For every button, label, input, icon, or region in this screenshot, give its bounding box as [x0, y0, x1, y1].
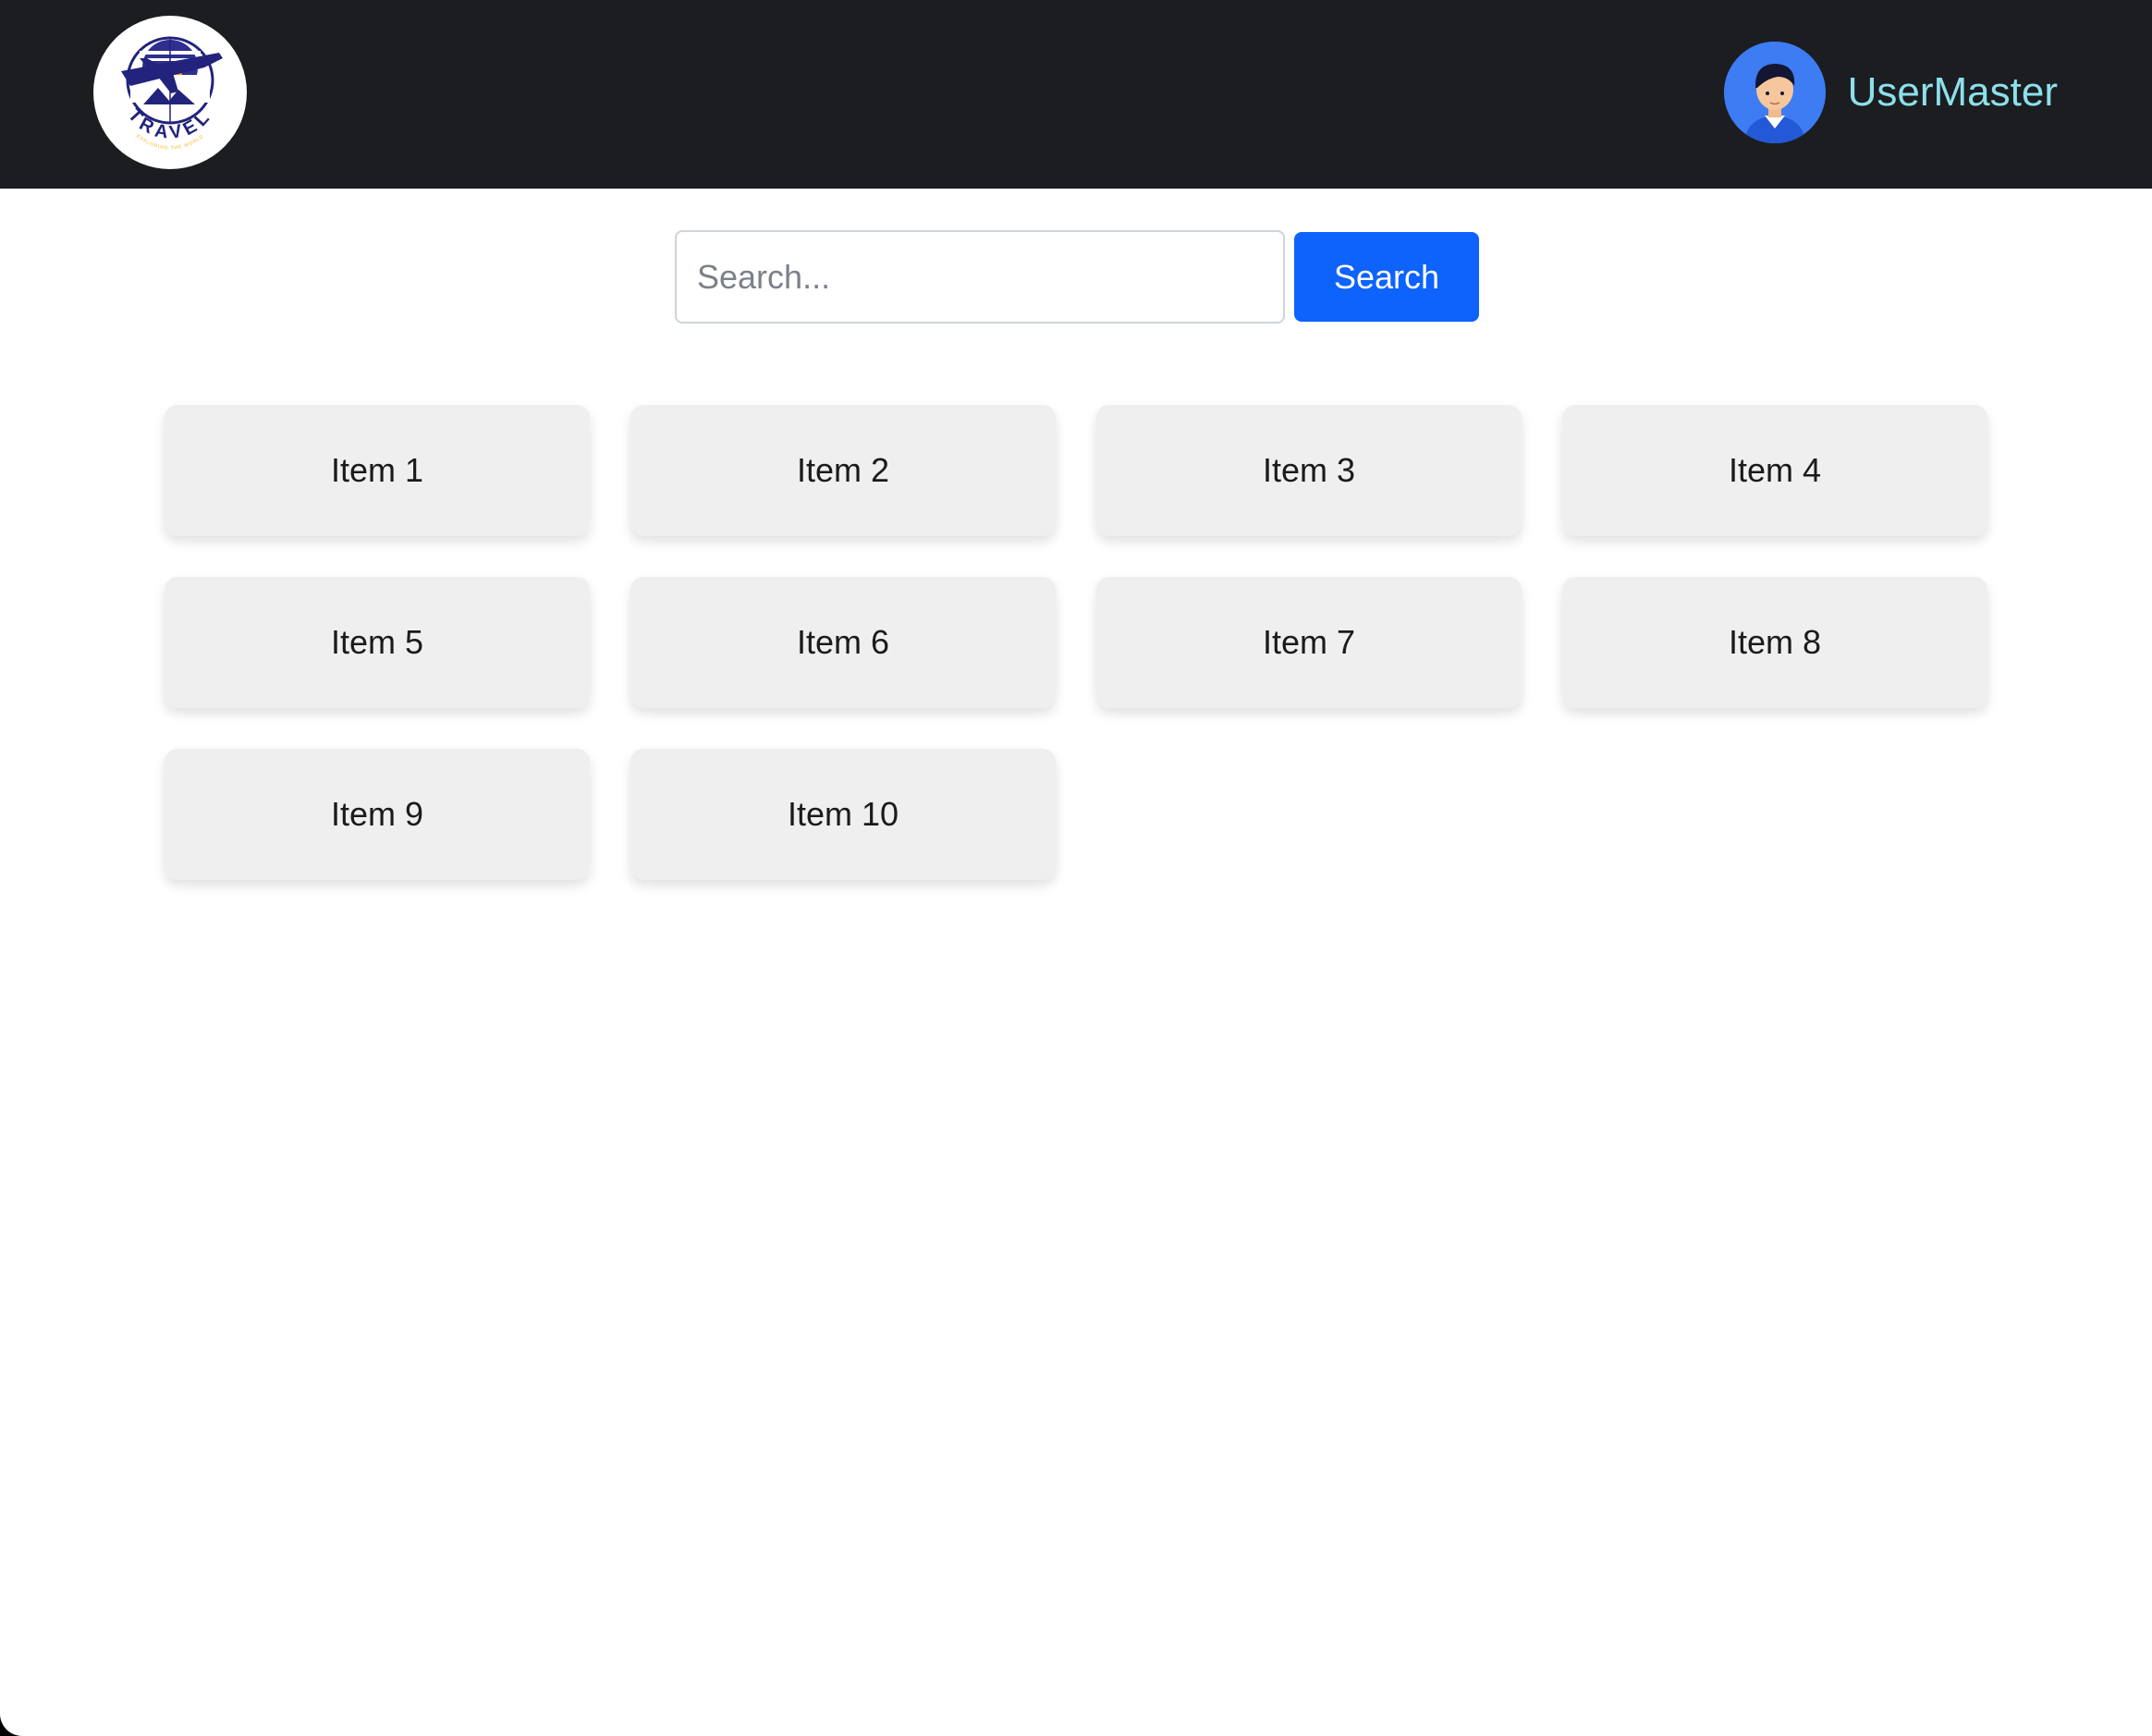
search-bar: Search	[675, 230, 1479, 324]
user-avatar-icon	[1723, 42, 1826, 143]
avatar[interactable]	[1723, 42, 1826, 143]
search-input[interactable]	[675, 230, 1285, 324]
item-card-3[interactable]: Item 3	[1096, 405, 1522, 536]
item-card-5[interactable]: Item 5	[165, 577, 590, 708]
airplane-logo-icon: TRAVEL EXPLORING THE WORLD	[121, 36, 223, 151]
item-card-10[interactable]: Item 10	[630, 749, 1056, 880]
item-card-2[interactable]: Item 2	[630, 405, 1056, 536]
item-card-1[interactable]: Item 1	[165, 405, 590, 536]
item-card-6[interactable]: Item 6	[630, 577, 1056, 708]
search-button[interactable]: Search	[1294, 232, 1479, 322]
user-menu[interactable]: UserMaster	[1723, 42, 2058, 143]
item-card-7[interactable]: Item 7	[1096, 577, 1522, 708]
navbar: TRAVEL EXPLORING THE WORLD UserMaster	[0, 0, 2152, 189]
item-card-4[interactable]: Item 4	[1562, 405, 1987, 536]
item-card-9[interactable]: Item 9	[165, 749, 590, 880]
username[interactable]: UserMaster	[1848, 69, 2058, 116]
travel-logo[interactable]: TRAVEL EXPLORING THE WORLD	[93, 16, 247, 169]
page: TRAVEL EXPLORING THE WORLD UserMaster Se…	[0, 0, 2152, 1736]
item-grid: Item 1 Item 2 Item 3 Item 4 Item 5 Item …	[165, 405, 1989, 880]
item-card-8[interactable]: Item 8	[1562, 577, 1987, 708]
